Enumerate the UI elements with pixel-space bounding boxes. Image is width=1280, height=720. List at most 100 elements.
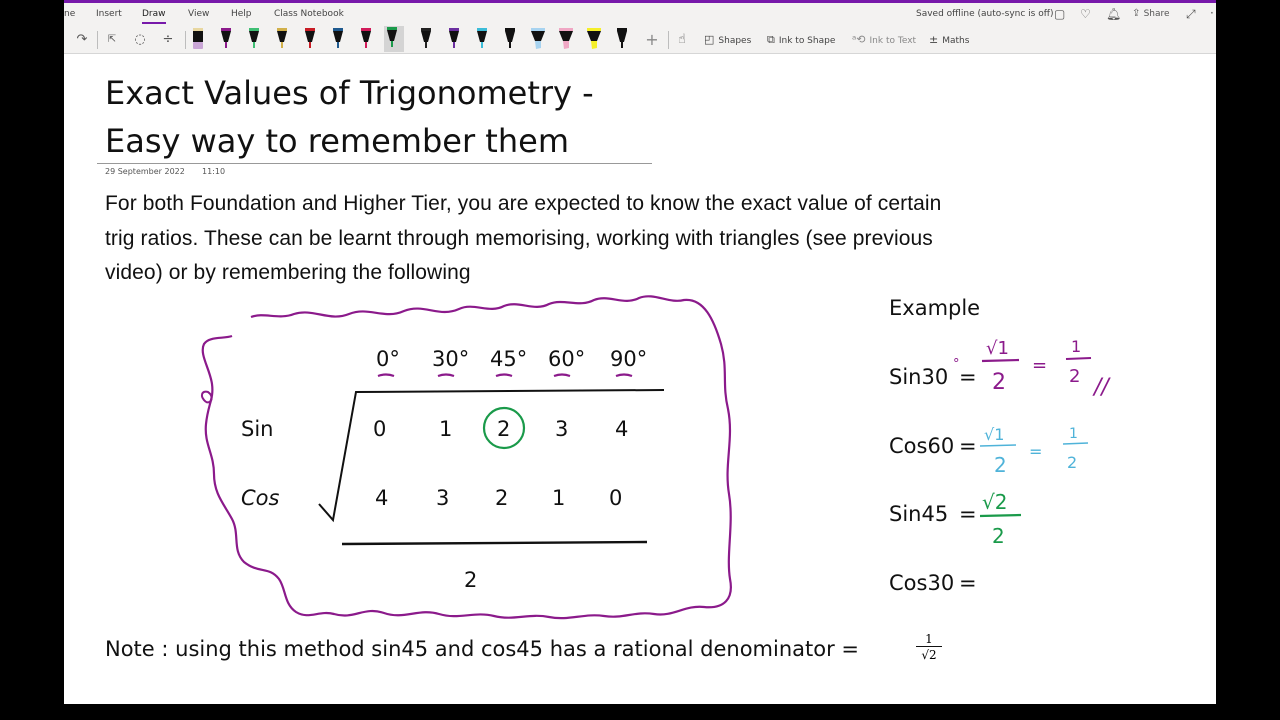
maths-label: Maths — [942, 36, 970, 46]
add-pen-icon[interactable]: + — [644, 26, 660, 53]
pen-icon — [193, 28, 203, 49]
pen-tool[interactable] — [358, 27, 374, 51]
pen-icon — [505, 28, 515, 48]
share-label: Share — [1143, 9, 1170, 19]
share-button[interactable]: ⇪ Share — [1132, 8, 1170, 20]
example-sin30-den: 2 — [992, 370, 1006, 395]
tab-home[interactable]: ne — [64, 9, 75, 19]
pen-tool[interactable] — [384, 26, 404, 52]
ink-to-shape-icon: ⧉ — [767, 33, 775, 46]
toolbar-divider — [97, 31, 98, 49]
pen-icon — [221, 28, 231, 48]
pen-icon — [477, 28, 487, 48]
pencil-tool[interactable] — [502, 27, 518, 51]
example-sin45-den: 2 — [992, 524, 1005, 548]
ink-cloud-loop — [200, 390, 213, 404]
example-sin45-bar — [979, 513, 1022, 518]
lasso-select-icon[interactable]: ◌ — [132, 26, 148, 53]
pen-icon — [387, 27, 397, 47]
ink-to-shape-button[interactable]: ⧉ Ink to Shape — [767, 33, 835, 47]
table-cell: 0 — [373, 417, 386, 441]
example-cos60-bar — [979, 444, 1017, 447]
angle-underline — [615, 373, 633, 378]
highlighter-tool[interactable] — [530, 27, 546, 51]
table-cell: 4 — [615, 417, 628, 441]
angle-headers: 0° 30° 45° 60° 90° — [376, 347, 647, 378]
page-title-line-2[interactable]: Easy way to remember them — [105, 122, 569, 160]
example-sin30-answer-mark: // — [1092, 375, 1111, 400]
tab-help[interactable]: Help — [231, 9, 252, 19]
example-sin30-eq2: = — [1032, 355, 1047, 376]
sync-status: Saved offline (auto-sync is off) — [916, 9, 1054, 19]
highlighter-tool[interactable] — [586, 27, 602, 51]
sticky-notes-icon[interactable]: ▢ — [1054, 8, 1065, 20]
ink-replay-icon[interactable]: ☝ — [674, 26, 690, 53]
table-cell: 3 — [436, 486, 449, 510]
intro-paragraph-line-2[interactable]: trig ratios. These can be learnt through… — [105, 227, 933, 251]
note-fraction-num: 1 — [916, 632, 942, 647]
expand-icon[interactable]: ⤢ — [1186, 8, 1196, 20]
example-sin30-degree: ° — [953, 357, 960, 372]
intro-paragraph-line-1[interactable]: For both Foundation and Higher Tier, you… — [105, 192, 941, 216]
example-sin45-eq: = — [959, 502, 977, 526]
title-underline — [97, 163, 652, 164]
pen-icon — [587, 28, 601, 49]
pen-icon — [617, 28, 627, 48]
pen-tool[interactable] — [246, 27, 262, 51]
example-cos60-eq: = — [959, 434, 977, 458]
example-cos60-eq2: = — [1029, 442, 1042, 461]
note-fraction: 1 √2 — [916, 632, 942, 663]
maths-button[interactable]: ± Maths — [929, 33, 969, 46]
add-space-icon[interactable]: ÷ — [160, 26, 176, 53]
highlighter-tool[interactable] — [558, 27, 574, 51]
pen-icon — [421, 28, 431, 48]
tab-class-notebook[interactable]: Class Notebook — [274, 9, 344, 19]
ink-to-shape-label: Ink to Shape — [778, 36, 836, 46]
page-title-line-1[interactable]: Exact Values of Trigonometry - — [105, 74, 594, 112]
pen-tool[interactable] — [274, 27, 290, 51]
example-sin30-num2: 1 — [1071, 337, 1081, 356]
pen-tool[interactable] — [302, 27, 318, 51]
more-icon[interactable]: · — [1210, 7, 1214, 19]
shapes-button[interactable]: ◰ Shapes — [704, 33, 751, 46]
tab-draw[interactable]: Draw — [142, 9, 166, 24]
table-cell: 1 — [439, 417, 452, 441]
example-cos30-eq: = — [959, 571, 977, 595]
pen-icon — [559, 28, 573, 49]
ribbon-tabs: ne Insert Draw View Help Class Notebook … — [64, 3, 1216, 26]
angle-header: 90° — [610, 347, 647, 371]
pen-icon — [305, 28, 315, 48]
table-cell: 2 — [497, 417, 510, 441]
pen-tool[interactable] — [218, 27, 234, 51]
tab-view[interactable]: View — [188, 9, 209, 19]
page-time: 11:10 — [202, 167, 226, 176]
pen-tool[interactable] — [330, 27, 346, 51]
root-sign — [318, 389, 665, 523]
maths-icon: ± — [929, 33, 939, 46]
pen-icon — [531, 28, 545, 49]
note-fraction-den: √2 — [921, 648, 937, 662]
eraser-tool[interactable] — [190, 27, 206, 51]
bell-icon[interactable]: 🔔︎ — [1106, 8, 1121, 20]
pen-tool[interactable] — [418, 27, 434, 51]
ink-to-text-icon: ᵃ⟲ — [852, 33, 866, 46]
toolbar-divider — [185, 31, 186, 49]
type-select-icon[interactable]: ⇱ — [104, 26, 120, 53]
pen-icon — [361, 28, 371, 48]
intro-paragraph-line-3[interactable]: video) or by remembering the following — [105, 261, 471, 285]
lightbulb-icon[interactable]: ♡ — [1080, 8, 1091, 20]
angle-underline — [495, 373, 513, 378]
note-canvas[interactable]: Exact Values of Trigonometry - Easy way … — [64, 54, 1216, 704]
table-cell: 4 — [375, 486, 388, 510]
pen-tool[interactable] — [614, 27, 630, 51]
example-sin30-eq: = — [959, 365, 977, 389]
redo-icon[interactable]: ↷ — [74, 26, 90, 53]
example-cos60-bar2 — [1062, 442, 1089, 445]
table-cell: 1 — [552, 486, 565, 510]
example-sin45-num: √2 — [982, 490, 1007, 514]
tab-insert[interactable]: Insert — [96, 9, 122, 19]
note-text[interactable]: Note : using this method sin45 and cos45… — [105, 637, 859, 661]
pen-tool[interactable] — [474, 27, 490, 51]
pen-tool[interactable] — [446, 27, 462, 51]
ink-to-text-button[interactable]: ᵃ⟲ Ink to Text — [852, 33, 916, 46]
